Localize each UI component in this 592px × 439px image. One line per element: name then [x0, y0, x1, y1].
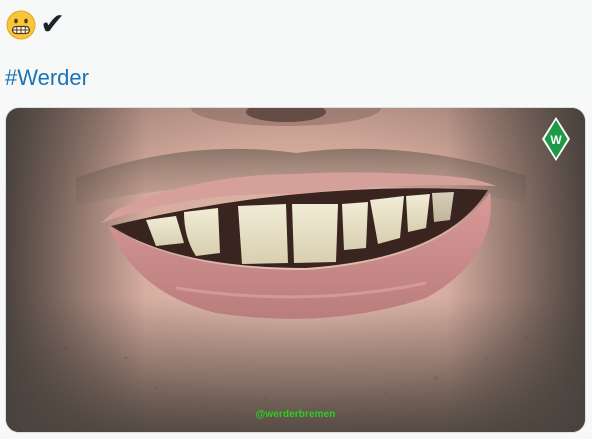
watermark-handle: @werderbremen — [255, 409, 336, 420]
emoji-row: ✔ — [6, 8, 65, 42]
tweet: ✔ #Werder W @werderbremen — [0, 0, 592, 439]
grimacing-face-icon — [6, 10, 36, 40]
tweet-media-photo[interactable]: W @werderbremen — [5, 107, 586, 433]
photo-smile-illustration — [6, 108, 585, 432]
crest-letter: W — [550, 133, 562, 147]
hashtag-link[interactable]: #Werder — [5, 64, 89, 92]
werder-bremen-crest-icon: W — [542, 117, 570, 161]
check-mark-icon: ✔ — [40, 7, 66, 42]
